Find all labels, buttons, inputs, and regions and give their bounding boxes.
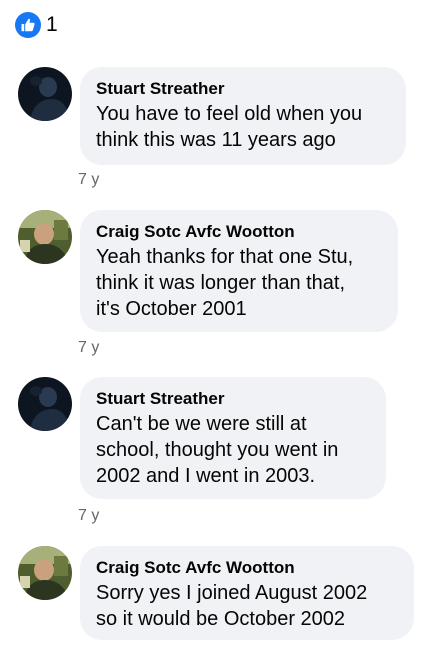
avatar-stuart-streather[interactable]	[18, 377, 72, 431]
comment-author[interactable]: Craig Sotc Avfc Wootton	[96, 557, 398, 579]
comment-text-line: You have to feel old when you	[96, 103, 363, 125]
comment-text-line: 2002 and I went in 2003.	[96, 465, 316, 487]
comment-text-line: school, thought you went in	[96, 439, 339, 461]
comment-author[interactable]: Craig Sotc Avfc Wootton	[96, 221, 382, 243]
comment-text-line: think this was 11 years ago	[96, 129, 336, 151]
comment-text-line: Can't be we were still at	[96, 413, 307, 435]
comment-text: Yeah thanks for that one Stu, think it w…	[96, 244, 382, 322]
comment-text: Can't be we were still at school, though…	[96, 411, 370, 489]
comment-text-line: Yeah thanks for that one Stu,	[96, 246, 354, 268]
avatar-craig-sotc-avfc-wootton[interactable]	[18, 210, 72, 264]
comment-author[interactable]: Stuart Streather	[96, 78, 390, 100]
avatar-craig-sotc-avfc-wootton[interactable]	[18, 546, 72, 600]
comment-text: Sorry yes I joined August 2002 so it wou…	[96, 580, 398, 632]
comment-timestamp[interactable]: 7 y	[78, 506, 99, 526]
comment-text-line: so it would be October 2002	[96, 608, 346, 630]
comment-bubble: Stuart Streather Can't be we were still …	[80, 377, 386, 499]
comment-bubble: Stuart Streather You have to feel old wh…	[80, 67, 406, 165]
avatar-stuart-streather[interactable]	[18, 67, 72, 121]
comment-text-line: think it was longer than that,	[96, 272, 346, 294]
comment-text-line: Sorry yes I joined August 2002	[96, 582, 368, 604]
comment-text: You have to feel old when you think this…	[96, 101, 390, 153]
comment-author[interactable]: Stuart Streather	[96, 388, 370, 410]
comment-bubble: Craig Sotc Avfc Wootton Yeah thanks for …	[80, 210, 398, 332]
reaction-summary[interactable]: 1	[15, 12, 58, 38]
comment-bubble: Craig Sotc Avfc Wootton Sorry yes I join…	[80, 546, 414, 640]
comment-text-line: it's October 2001	[96, 298, 247, 320]
comment-timestamp[interactable]: 7 y	[78, 338, 99, 358]
comment-timestamp[interactable]: 7 y	[78, 170, 99, 190]
like-icon	[15, 12, 41, 38]
reaction-count[interactable]: 1	[46, 12, 58, 38]
